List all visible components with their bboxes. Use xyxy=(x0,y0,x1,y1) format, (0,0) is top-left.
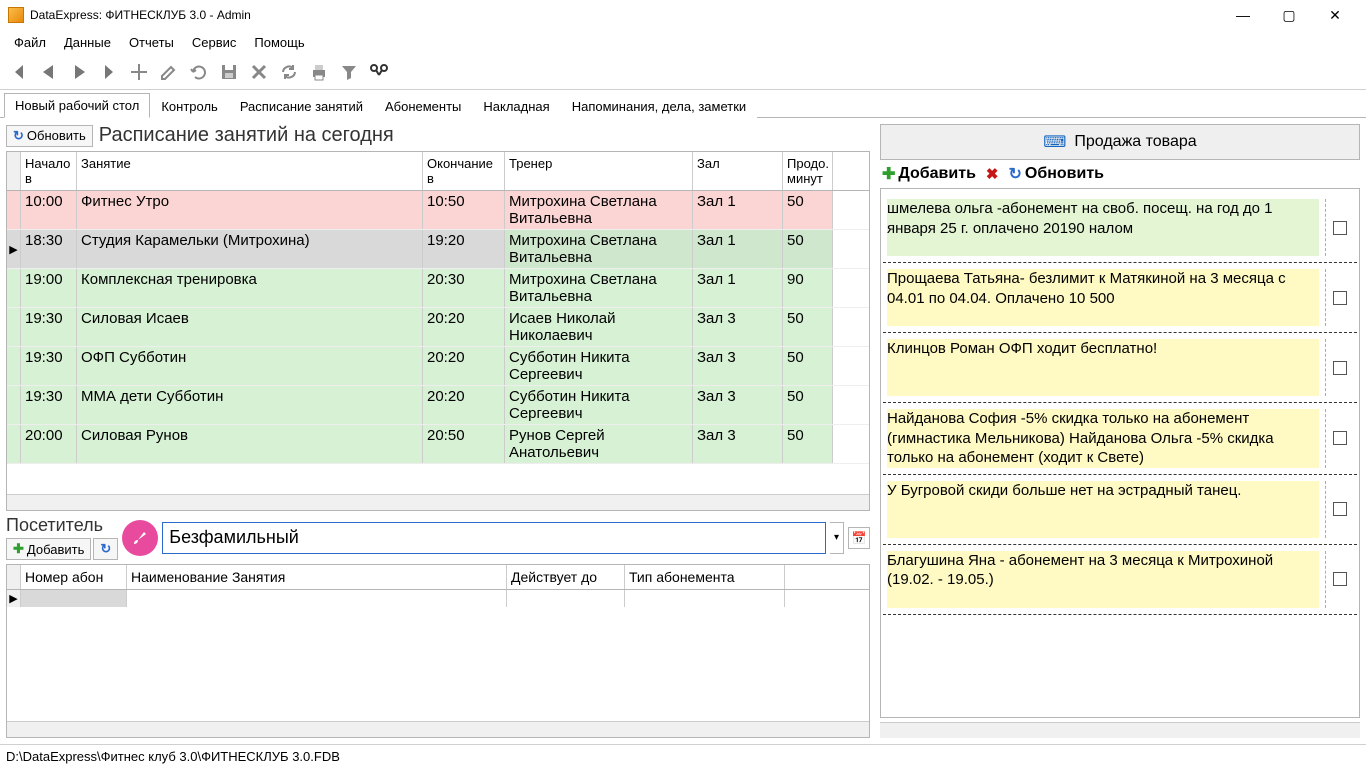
h-scrollbar[interactable] xyxy=(7,494,869,510)
note-row[interactable]: У Бугровой скиди больше нет на эстрадный… xyxy=(883,475,1357,545)
col-duration[interactable]: Продо. минут xyxy=(783,152,833,190)
print-icon[interactable] xyxy=(308,61,330,83)
note-row[interactable]: Прощаева Татьяна- безлимит к Матякиной н… xyxy=(883,263,1357,333)
visitor-label: Посетитель xyxy=(6,515,118,536)
filter-icon[interactable] xyxy=(338,61,360,83)
visitor-dropdown[interactable]: ▾ xyxy=(830,522,844,554)
menu-data[interactable]: Данные xyxy=(56,33,119,52)
delete-note-button[interactable]: ✖ xyxy=(984,165,1001,183)
close-button[interactable]: ✕ xyxy=(1312,0,1358,30)
calendar-icon[interactable]: 📅 xyxy=(848,527,870,549)
col-lesson-name[interactable]: Наименование Занятия xyxy=(127,565,507,589)
sync-icon[interactable] xyxy=(278,61,300,83)
refresh-icon: ↻ xyxy=(1008,164,1021,184)
sale-button[interactable]: ⌨ Продажа товара xyxy=(880,124,1360,160)
notes-list[interactable]: шмелева ольга -абонемент на своб. посещ.… xyxy=(880,188,1360,718)
note-checkbox[interactable] xyxy=(1333,291,1347,305)
title-bar: DataExpress: ФИТНЕСКЛУБ 3.0 - Admin — ▢ … xyxy=(0,0,1366,30)
search-icon[interactable] xyxy=(368,61,390,83)
tab-notes[interactable]: Напоминания, дела, заметки xyxy=(561,94,757,118)
table-row[interactable]: ▶ xyxy=(7,590,869,607)
col-abon-type[interactable]: Тип абонемента xyxy=(625,565,785,589)
last-icon[interactable] xyxy=(98,61,120,83)
add-note-button[interactable]: ✚ Добавить xyxy=(880,164,978,184)
menu-help[interactable]: Помощь xyxy=(246,33,312,52)
tab-schedule[interactable]: Расписание занятий xyxy=(229,94,374,118)
keyboard-icon: ⌨ xyxy=(1043,132,1066,152)
col-lesson[interactable]: Занятие xyxy=(77,152,423,190)
menu-service[interactable]: Сервис xyxy=(184,33,245,52)
refresh-button[interactable]: ↻Обновить xyxy=(6,125,93,147)
minimize-button[interactable]: — xyxy=(1220,0,1266,30)
add-visitor-button[interactable]: ✚Добавить xyxy=(6,538,91,560)
schedule-heading: Расписание занятий на сегодня xyxy=(99,124,394,147)
tab-subscriptions[interactable]: Абонементы xyxy=(374,94,472,118)
app-icon xyxy=(8,7,24,23)
note-row[interactable]: Найданова София -5% скидка только на або… xyxy=(883,403,1357,475)
note-checkbox[interactable] xyxy=(1333,361,1347,375)
note-checkbox[interactable] xyxy=(1333,221,1347,235)
col-start[interactable]: Начало в xyxy=(21,152,77,190)
table-row[interactable]: ▶18:30Студия Карамельки (Митрохина)19:20… xyxy=(7,230,869,269)
note-row[interactable]: Клинцов Роман ОФП ходит бесплатно! xyxy=(883,333,1357,403)
add-icon[interactable] xyxy=(128,61,150,83)
status-bar: D:\DataExpress\Фитнес клуб 3.0\ФИТНЕСКЛУ… xyxy=(0,744,1366,768)
edit-icon[interactable] xyxy=(158,61,180,83)
undo-icon[interactable] xyxy=(188,61,210,83)
next-icon[interactable] xyxy=(68,61,90,83)
first-icon[interactable] xyxy=(8,61,30,83)
visitor-input[interactable] xyxy=(162,522,826,554)
delete-icon[interactable] xyxy=(248,61,270,83)
col-hall[interactable]: Зал xyxy=(693,152,783,190)
col-valid-until[interactable]: Действует до xyxy=(507,565,625,589)
delete-icon: ✖ xyxy=(986,165,999,183)
note-row[interactable]: шмелева ольга -абонемент на своб. посещ.… xyxy=(883,193,1357,263)
col-trainer[interactable]: Тренер xyxy=(505,152,693,190)
schedule-grid[interactable]: Начало в Занятие Окончание в Тренер Зал … xyxy=(6,151,870,511)
table-row[interactable]: 19:30ОФП Субботин20:20Субботин Никита Се… xyxy=(7,347,869,386)
menu-reports[interactable]: Отчеты xyxy=(121,33,182,52)
save-icon[interactable] xyxy=(218,61,240,83)
plus-icon: ✚ xyxy=(13,541,24,557)
table-row[interactable]: 19:00Комплексная тренировка20:30Митрохин… xyxy=(7,269,869,308)
note-checkbox[interactable] xyxy=(1333,502,1347,516)
table-row[interactable]: 19:30Силовая Исаев20:20Исаев Николай Ник… xyxy=(7,308,869,347)
col-abon-num[interactable]: Номер абон xyxy=(21,565,127,589)
window-title: DataExpress: ФИТНЕСКЛУБ 3.0 - Admin xyxy=(30,8,1220,22)
toolbar xyxy=(0,54,1366,90)
refresh-icon: ↻ xyxy=(100,541,111,557)
subscriptions-grid[interactable]: Номер абон Наименование Занятия Действуе… xyxy=(6,564,870,738)
note-row[interactable]: Благушина Яна - абонемент на 3 месяца к … xyxy=(883,545,1357,615)
maximize-button[interactable]: ▢ xyxy=(1266,0,1312,30)
refresh-notes-button[interactable]: ↻ Обновить xyxy=(1006,164,1106,184)
note-checkbox[interactable] xyxy=(1333,431,1347,445)
menu-file[interactable]: Файл xyxy=(6,33,54,52)
tab-control[interactable]: Контроль xyxy=(150,94,228,118)
table-row[interactable]: 19:30ММА дети Субботин20:20Субботин Ники… xyxy=(7,386,869,425)
col-end[interactable]: Окончание в xyxy=(423,152,505,190)
brush-icon[interactable] xyxy=(122,520,158,556)
menu-bar: Файл Данные Отчеты Сервис Помощь xyxy=(0,30,1366,54)
tab-invoice[interactable]: Накладная xyxy=(472,94,560,118)
refresh-visitor-button[interactable]: ↻ xyxy=(93,538,118,560)
h-scrollbar[interactable] xyxy=(880,722,1360,738)
status-path: D:\DataExpress\Фитнес клуб 3.0\ФИТНЕСКЛУ… xyxy=(6,749,340,764)
table-row[interactable]: 10:00Фитнес Утро10:50Митрохина Светлана … xyxy=(7,191,869,230)
h-scrollbar[interactable] xyxy=(7,721,869,737)
refresh-icon: ↻ xyxy=(13,128,24,144)
main-tabs: Новый рабочий стол Контроль Расписание з… xyxy=(0,90,1366,118)
prev-icon[interactable] xyxy=(38,61,60,83)
note-checkbox[interactable] xyxy=(1333,572,1347,586)
tab-new-desktop[interactable]: Новый рабочий стол xyxy=(4,93,150,118)
plus-icon: ✚ xyxy=(882,164,895,184)
table-row[interactable]: 20:00Силовая Рунов20:50Рунов Сергей Анат… xyxy=(7,425,869,464)
